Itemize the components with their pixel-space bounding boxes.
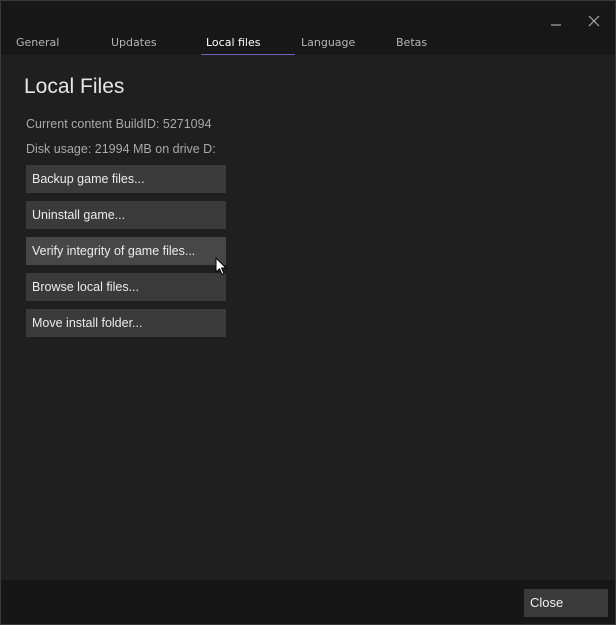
verify-integrity-button[interactable]: Verify integrity of game files... [26, 237, 226, 265]
title-bar: General Updates Local files Language Bet… [1, 1, 615, 55]
tab-local-files[interactable]: Local files [201, 32, 295, 55]
move-install-folder-button[interactable]: Move install folder... [26, 309, 226, 337]
tab-general[interactable]: General [16, 32, 59, 54]
tab-language[interactable]: Language [301, 32, 355, 54]
close-button[interactable]: Close [524, 589, 608, 617]
backup-game-files-button[interactable]: Backup game files... [26, 165, 226, 193]
build-id-text: Current content BuildID: 5271094 [26, 117, 212, 131]
local-files-panel: Local Files Current content BuildID: 527… [1, 55, 615, 580]
properties-window: General Updates Local files Language Bet… [0, 0, 616, 625]
uninstall-game-button[interactable]: Uninstall game... [26, 201, 226, 229]
browse-local-files-button[interactable]: Browse local files... [26, 273, 226, 301]
footer-bar: Close [1, 580, 615, 624]
mouse-pointer-icon [215, 256, 229, 277]
tab-betas[interactable]: Betas [396, 32, 427, 54]
page-title: Local Files [24, 75, 125, 98]
tab-updates[interactable]: Updates [111, 32, 157, 54]
disk-usage-text: Disk usage: 21994 MB on drive D: [26, 142, 216, 156]
tab-bar: General Updates Local files Language Bet… [1, 32, 615, 55]
